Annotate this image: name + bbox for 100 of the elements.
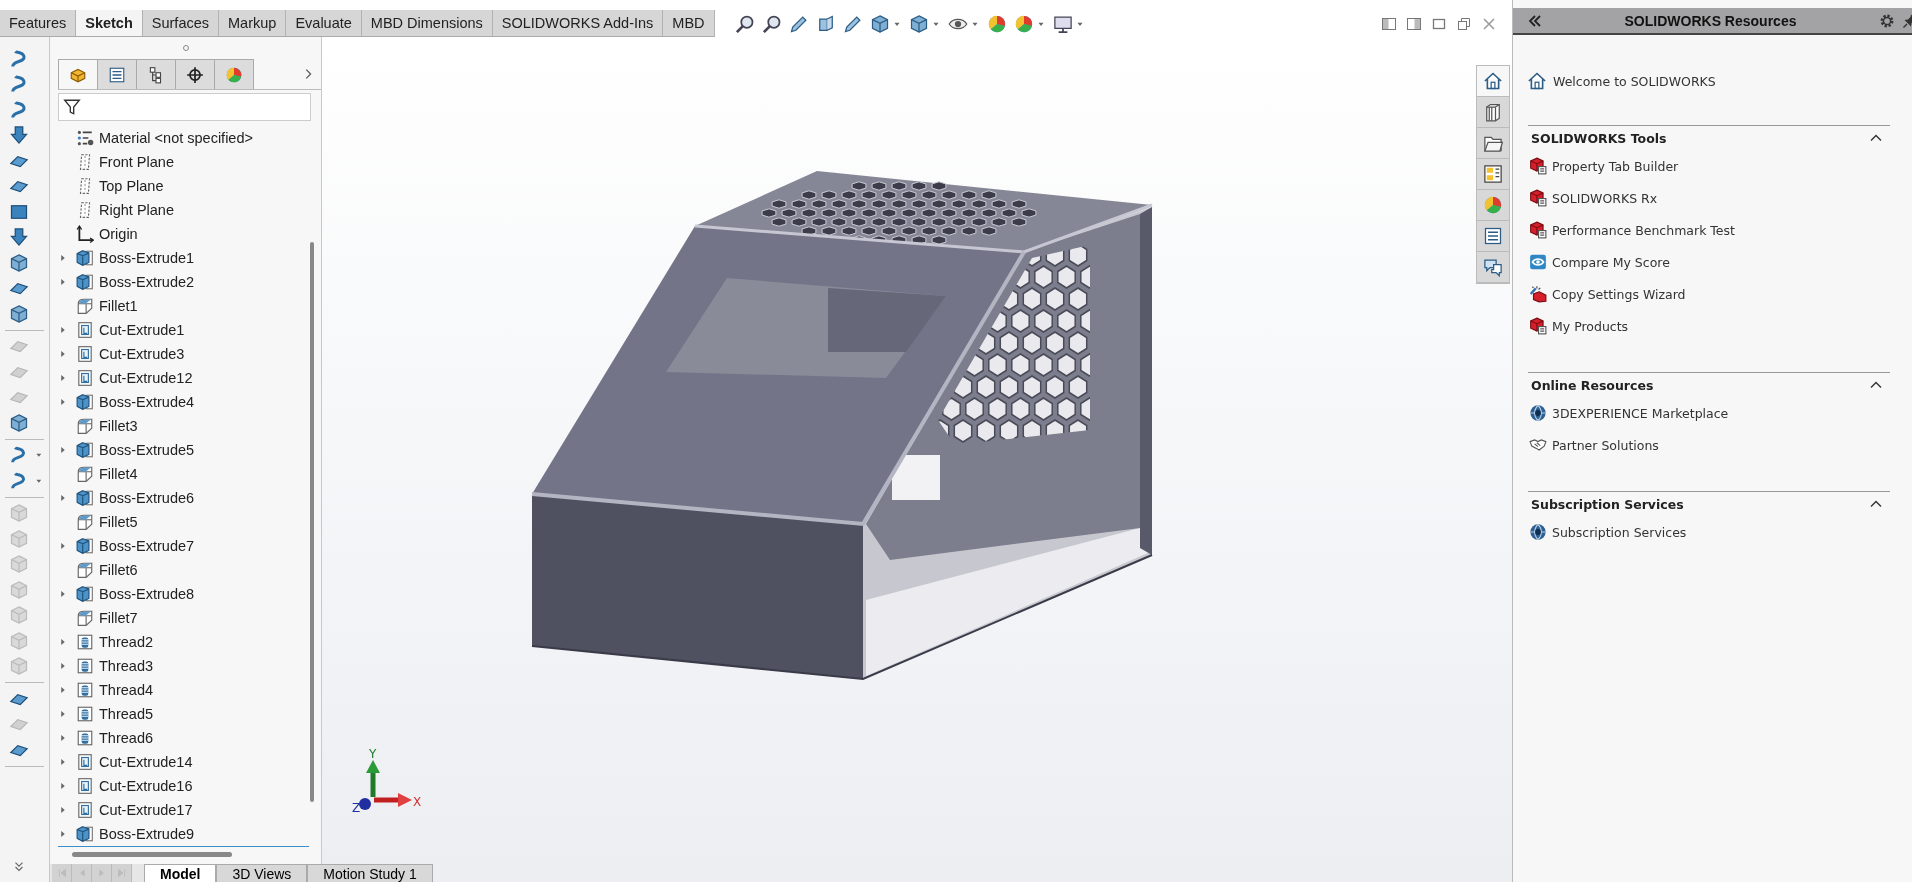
tree-item[interactable]: Fillet6 xyxy=(99,562,138,578)
pencil-icon[interactable] xyxy=(842,13,863,34)
ribbon-tab[interactable]: MBD Dimensions xyxy=(361,10,493,36)
tree-item[interactable]: Boss-Extrude5 xyxy=(99,442,195,458)
list-icon xyxy=(1483,226,1503,246)
link[interactable]: Welcome to SOLIDWORKS xyxy=(1553,73,1716,89)
filter-field[interactable] xyxy=(58,93,311,121)
tree-item[interactable]: Top Plane xyxy=(99,178,164,194)
link[interactable]: Compare My Score xyxy=(1552,254,1670,270)
eye-badge-icon xyxy=(1529,253,1547,271)
ribbon-tab[interactable]: SOLIDWORKS Add-Ins xyxy=(492,10,664,36)
tree-item[interactable]: Fillet3 xyxy=(99,418,138,434)
cube-icon[interactable] xyxy=(908,13,929,34)
rounded-cube-icon xyxy=(76,561,94,579)
cube-badge-icon xyxy=(1529,157,1547,175)
material-icon xyxy=(76,129,94,147)
document-tab[interactable]: Model xyxy=(144,864,217,882)
tree-item[interactable]: Boss-Extrude9 xyxy=(99,826,195,842)
scrollbar[interactable] xyxy=(310,242,314,802)
tree-item[interactable]: Thread4 xyxy=(99,682,153,698)
cube-icon[interactable] xyxy=(869,13,890,34)
tree-item[interactable]: Fillet4 xyxy=(99,466,138,482)
thread-icon xyxy=(76,657,94,675)
color-ball-icon[interactable] xyxy=(986,13,1007,34)
cube-icon[interactable] xyxy=(9,303,29,324)
tab[interactable] xyxy=(1477,128,1509,159)
split-view-icon[interactable] xyxy=(1406,15,1422,32)
tab[interactable] xyxy=(1477,221,1509,252)
tree-item[interactable]: Cut-Extrude14 xyxy=(99,754,193,770)
cube-badge-icon xyxy=(1529,317,1547,335)
document-tab[interactable]: 3D Views xyxy=(216,864,308,882)
tree-item[interactable]: Front Plane xyxy=(99,154,174,170)
link[interactable]: SOLIDWORKS Rx xyxy=(1552,190,1658,206)
scrollbar[interactable] xyxy=(72,852,232,857)
tree-item[interactable]: Thread5 xyxy=(99,706,153,722)
monitor-icon[interactable] xyxy=(1052,13,1073,34)
ribbon-tab[interactable]: Evaluate xyxy=(286,10,362,36)
collapse-icon[interactable] xyxy=(1527,12,1543,29)
tab[interactable] xyxy=(1477,66,1509,97)
wand-icon xyxy=(1529,285,1547,303)
tree-item[interactable]: Cut-Extrude12 xyxy=(99,370,193,386)
rounded-cube-icon xyxy=(76,297,94,315)
restore-icon[interactable] xyxy=(1456,15,1472,32)
double-chevron-icon[interactable] xyxy=(12,860,26,874)
tree-item[interactable]: Boss-Extrude7 xyxy=(99,538,195,554)
tree-item[interactable]: Origin xyxy=(99,226,138,242)
cube-icon xyxy=(76,537,94,555)
zoom-icon[interactable] xyxy=(734,13,755,34)
tab[interactable] xyxy=(175,59,215,89)
tree-item[interactable]: Thread3 xyxy=(99,658,153,674)
ribbon-tab[interactable]: Sketch xyxy=(76,10,143,36)
document-tab[interactable]: Motion Study 1 xyxy=(307,864,433,882)
cut-box-icon xyxy=(76,777,94,795)
tree-item[interactable]: Thread2 xyxy=(99,634,153,650)
link[interactable]: My Products xyxy=(1552,318,1629,334)
tree-item[interactable]: Boss-Extrude6 xyxy=(99,490,195,506)
pencil-icon[interactable] xyxy=(788,13,809,34)
tree-item[interactable]: Fillet5 xyxy=(99,514,138,530)
link[interactable]: Partner Solutions xyxy=(1552,437,1659,453)
arrow-icon[interactable] xyxy=(9,125,29,146)
cut-box-icon xyxy=(76,801,94,819)
tree-item[interactable]: Material <not specified> xyxy=(99,130,253,146)
tab[interactable] xyxy=(1477,97,1509,128)
close-icon[interactable] xyxy=(1481,15,1497,32)
tab[interactable] xyxy=(1477,252,1509,283)
link[interactable]: 3DEXPERIENCE Marketplace xyxy=(1552,405,1729,421)
section-title: SOLIDWORKS Tools xyxy=(1531,130,1667,146)
ribbon-tab[interactable]: Markup xyxy=(219,10,287,36)
handshake-icon xyxy=(1529,436,1547,454)
tree-item[interactable]: Boss-Extrude2 xyxy=(99,274,195,290)
color-ball-icon xyxy=(1483,195,1503,215)
zoom-icon[interactable] xyxy=(761,13,782,34)
list-icon xyxy=(108,65,126,84)
cut-box-icon xyxy=(76,369,94,387)
tab[interactable] xyxy=(136,59,176,89)
ribbon-tab[interactable]: Surfaces xyxy=(142,10,220,36)
tree-item[interactable]: Thread6 xyxy=(99,730,153,746)
color-ball-icon[interactable] xyxy=(1013,13,1034,34)
home-icon xyxy=(1527,71,1547,91)
link[interactable]: Copy Settings Wizard xyxy=(1552,286,1686,302)
tab[interactable] xyxy=(1477,159,1509,190)
tree-item[interactable]: Boss-Extrude4 xyxy=(99,394,195,410)
link[interactable]: Property Tab Builder xyxy=(1552,158,1679,174)
arrow-icon[interactable] xyxy=(9,227,29,248)
tree-item[interactable]: Fillet7 xyxy=(99,610,138,626)
cube-icon[interactable] xyxy=(9,252,29,273)
cube-icon[interactable] xyxy=(9,412,29,433)
tree-item[interactable]: Fillet1 xyxy=(99,298,138,314)
tree-item[interactable]: Right Plane xyxy=(99,202,174,218)
split-view-icon[interactable] xyxy=(1381,15,1397,32)
link[interactable]: Subscription Services xyxy=(1552,524,1687,540)
tree-item[interactable]: Cut-Extrude3 xyxy=(99,346,185,362)
link[interactable]: Performance Benchmark Test xyxy=(1552,222,1735,238)
tree-item[interactable]: Boss-Extrude1 xyxy=(99,250,195,266)
tree-item[interactable]: Cut-Extrude16 xyxy=(99,778,193,794)
tree-item[interactable]: Cut-Extrude17 xyxy=(99,802,193,818)
ribbon-tab[interactable]: MBD xyxy=(663,10,715,36)
tree-item[interactable]: Cut-Extrude1 xyxy=(99,322,185,338)
tree-item[interactable]: Boss-Extrude8 xyxy=(99,586,195,602)
rounded-cube-icon xyxy=(76,513,94,531)
